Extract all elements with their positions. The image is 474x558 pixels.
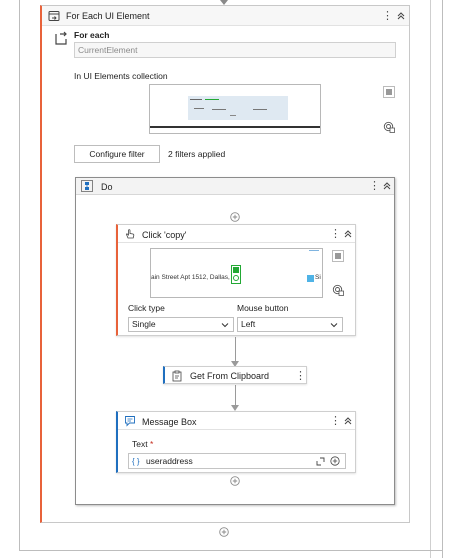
sequence-right-border [442, 0, 443, 558]
mouse-button-label: Mouse button [237, 303, 289, 313]
preview-text-line [253, 109, 267, 110]
collapse-chevron-icon[interactable] [396, 11, 406, 21]
preview-square [307, 275, 314, 282]
variable-badge: { } [132, 457, 140, 466]
add-activity-plus-icon[interactable] [219, 527, 229, 537]
preview-text-line [194, 108, 204, 109]
connector-line [235, 385, 236, 407]
message-box-activity[interactable]: Message Box ⋮ Text * { } useraddress [116, 411, 356, 473]
clipboard-icon [172, 370, 182, 382]
click-preview-address-text: ain Street Apt 1512, Dallas, [151, 274, 230, 281]
preview-mark [309, 250, 319, 251]
for-each-ui-element-icon [48, 11, 60, 21]
click-collapse-chevron-icon[interactable] [343, 229, 353, 239]
highlight-ring [233, 275, 239, 281]
iterator-icon [55, 31, 67, 45]
for-each-header[interactable]: For Each UI Element ⋮ [42, 6, 409, 26]
click-target-preview-image[interactable]: ain Street Apt 1512, Dallas, Si [150, 248, 323, 298]
click-type-label: Click type [128, 303, 165, 313]
highlight-dot [233, 267, 239, 273]
click-more-icon[interactable]: ⋮ [330, 228, 341, 240]
hamburger-menu-icon[interactable] [383, 86, 395, 98]
add-plus-icon[interactable] [330, 456, 340, 466]
current-element-field[interactable]: CurrentElement [74, 42, 396, 58]
message-box-icon [125, 416, 135, 427]
preview-text-line [230, 115, 236, 116]
configure-filter-button[interactable]: Configure filter [74, 145, 160, 163]
for-each-title: For Each UI Element [66, 11, 150, 21]
preview-text-line [190, 99, 202, 100]
click-hamburger-menu-icon[interactable] [332, 250, 344, 262]
text-label-text: Text [132, 439, 148, 449]
chevron-down-icon [221, 323, 229, 328]
target-indicate-icon[interactable] [383, 121, 395, 133]
add-activity-plus-icon[interactable] [230, 476, 240, 486]
text-value: useraddress [145, 456, 193, 466]
sequence-bottom-border [19, 550, 443, 551]
click-preview-side-text: Si [315, 274, 321, 281]
chevron-down-icon [330, 323, 338, 328]
do-header[interactable]: Do ⋮ [76, 178, 394, 195]
get-from-clipboard-title: Get From Clipboard [190, 371, 270, 381]
message-box-collapse-chevron-icon[interactable] [343, 416, 353, 426]
click-activity[interactable]: Click 'copy' ⋮ ain Street Apt 1512, Dall… [116, 224, 356, 336]
preview-text-line [212, 109, 226, 110]
collection-label: In UI Elements collection [74, 71, 168, 81]
get-from-clipboard-activity[interactable]: Get From Clipboard ⋮ [163, 366, 307, 384]
do-collapse-chevron-icon[interactable] [382, 181, 392, 191]
text-input-field[interactable]: { } useraddress [128, 453, 346, 469]
sequence-inner-right-border [430, 0, 431, 558]
filters-status-text: 2 filters applied [168, 149, 226, 159]
required-mark: * [149, 439, 154, 449]
message-box-more-icon[interactable]: ⋮ [330, 415, 341, 427]
mouse-button-value: Left [241, 319, 256, 329]
do-title: Do [101, 182, 113, 192]
for-each-more-icon[interactable]: ⋮ [382, 10, 393, 22]
add-activity-plus-icon[interactable] [230, 212, 240, 222]
workflow-designer-canvas: For Each UI Element ⋮ For each CurrentEl… [0, 0, 474, 558]
message-box-header[interactable]: Message Box ⋮ [118, 412, 355, 430]
preview-divider [150, 126, 320, 128]
text-label: Text * [132, 439, 153, 449]
click-target-highlight [231, 265, 241, 284]
do-more-icon[interactable]: ⋮ [369, 180, 380, 192]
clipboard-more-icon[interactable]: ⋮ [295, 370, 306, 382]
click-target-indicate-icon[interactable] [332, 284, 344, 296]
sequence-left-border [19, 0, 20, 550]
for-each-label: For each [74, 30, 110, 40]
click-hand-icon [126, 229, 135, 239]
mouse-button-select[interactable]: Left [237, 317, 343, 332]
message-box-title: Message Box [142, 417, 197, 427]
sequence-icon [81, 180, 93, 192]
click-activity-header[interactable]: Click 'copy' ⋮ [118, 225, 355, 243]
click-type-value: Single [132, 319, 156, 329]
preview-text-line [205, 99, 219, 100]
collection-preview-image[interactable] [149, 84, 321, 134]
click-type-select[interactable]: Single [128, 317, 234, 332]
expand-editor-icon[interactable] [316, 457, 325, 466]
click-activity-title: Click 'copy' [142, 230, 187, 240]
